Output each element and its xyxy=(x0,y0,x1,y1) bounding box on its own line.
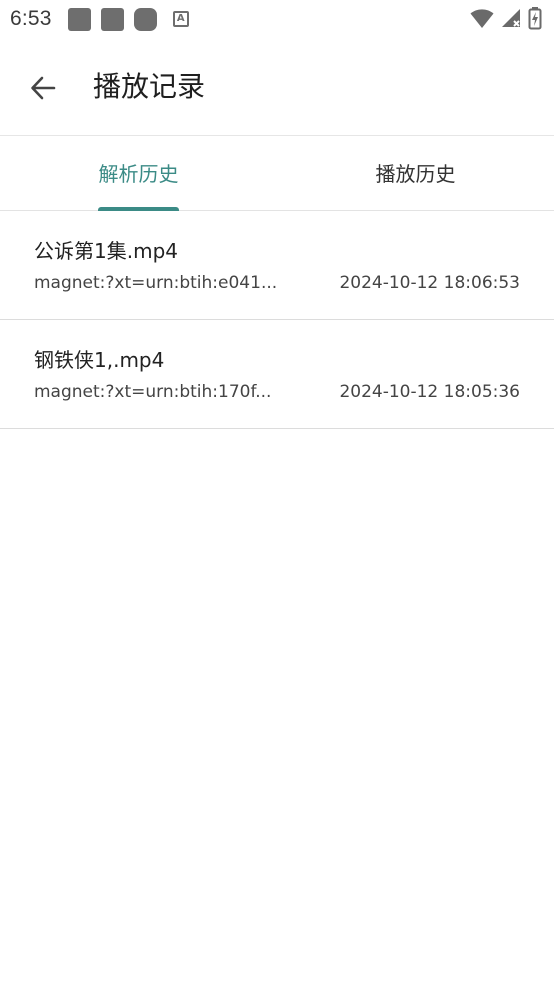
item-title: 公诉第1集.mp4 xyxy=(34,239,178,263)
notification-square-icon xyxy=(67,7,91,31)
tab-bar: 解析历史 播放历史 xyxy=(0,136,554,211)
page-title: 播放记录 xyxy=(93,70,206,103)
history-list: 公诉第1集.mp4 magnet:?xt=urn:btih:e041... 20… xyxy=(0,211,554,429)
list-item[interactable]: 公诉第1集.mp4 magnet:?xt=urn:btih:e041... 20… xyxy=(0,211,554,320)
arrow-left-icon xyxy=(31,76,56,100)
screen: 6:53 A 播放记录 解析历史 播放历史 公诉第1集.mp4 magnet:?… xyxy=(0,0,554,984)
notification-icons: A xyxy=(67,7,189,31)
font-a-icon: A xyxy=(172,11,189,27)
signal-icon xyxy=(502,9,520,27)
item-title: 钢铁侠1,.mp4 xyxy=(34,348,165,372)
list-item[interactable]: 钢铁侠1,.mp4 magnet:?xt=urn:btih:170f... 20… xyxy=(0,320,554,429)
tab-label: 解析历史 xyxy=(98,161,179,186)
notification-rounded-icon xyxy=(133,7,157,31)
item-timestamp: 2024-10-12 18:06:53 xyxy=(339,273,520,293)
back-button[interactable] xyxy=(22,67,64,109)
status-time: 6:53 xyxy=(10,7,52,30)
item-timestamp: 2024-10-12 18:05:36 xyxy=(339,382,520,402)
item-magnet-link: magnet:?xt=urn:btih:170f... xyxy=(34,382,272,402)
tab-parse-history[interactable]: 解析历史 xyxy=(0,136,277,211)
tab-label: 播放历史 xyxy=(375,161,456,186)
wifi-icon xyxy=(470,9,494,28)
app-bar: 播放记录 xyxy=(0,38,554,136)
notification-square-icon xyxy=(100,7,124,31)
battery-charging-icon xyxy=(528,7,542,30)
tab-play-history[interactable]: 播放历史 xyxy=(277,136,554,211)
status-bar: 6:53 A xyxy=(0,0,554,38)
item-magnet-link: magnet:?xt=urn:btih:e041... xyxy=(34,273,278,293)
status-right xyxy=(470,6,544,30)
